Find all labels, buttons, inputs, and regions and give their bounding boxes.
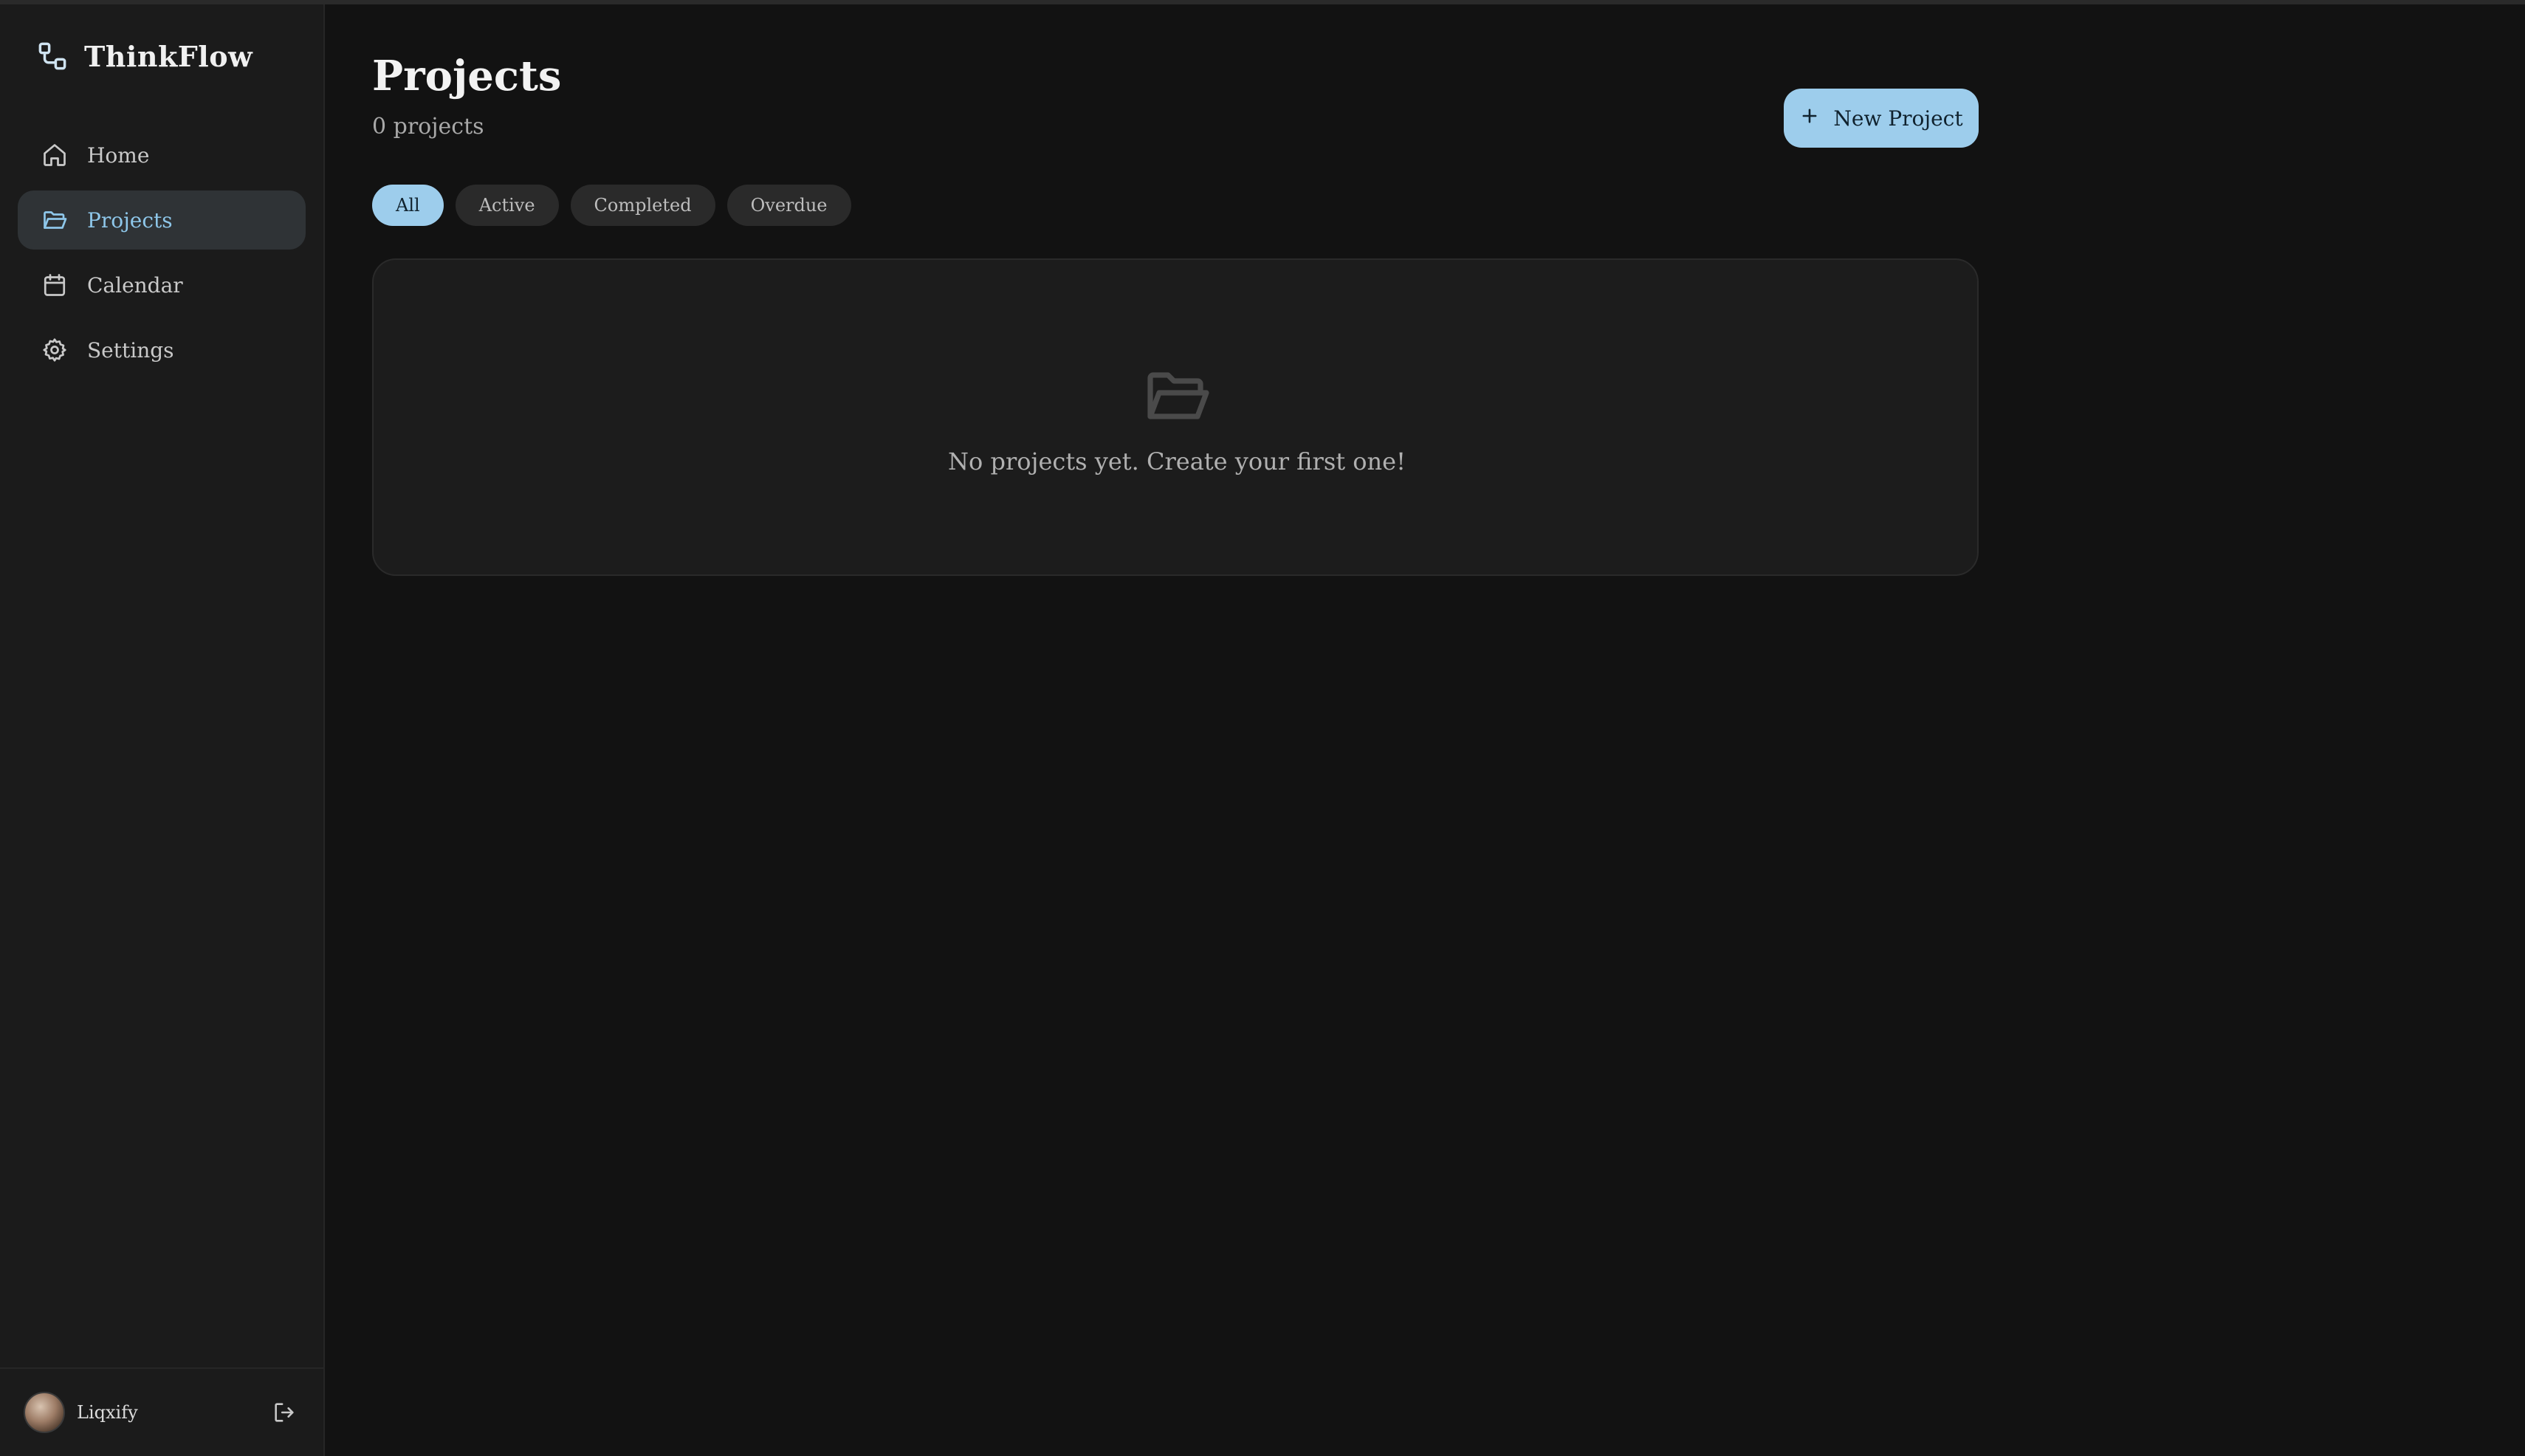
- filter-completed[interactable]: Completed: [570, 185, 715, 226]
- window-top-strip: [0, 0, 2525, 4]
- folder-open-icon: [41, 207, 68, 233]
- sidebar-item-label: Calendar: [87, 272, 183, 298]
- sidebar-item-label: Projects: [87, 207, 173, 233]
- folder-open-icon: [1141, 360, 1212, 431]
- sidebar-item-calendar[interactable]: Calendar: [18, 255, 306, 315]
- sidebar-item-home[interactable]: Home: [18, 126, 306, 185]
- filter-active[interactable]: Active: [455, 185, 559, 226]
- home-icon: [41, 142, 68, 168]
- username: Liqxify: [77, 1402, 138, 1423]
- empty-state-message: No projects yet. Create your first one!: [948, 447, 1406, 475]
- filter-overdue[interactable]: Overdue: [726, 185, 851, 226]
- avatar[interactable]: [24, 1392, 65, 1433]
- sidebar-item-label: Settings: [87, 337, 174, 363]
- sidebar-nav: Home Projects Calendar Settings: [18, 126, 306, 385]
- gear-icon: [41, 337, 68, 363]
- page-title: Projects: [372, 52, 562, 100]
- empty-state-card: No projects yet. Create your first one!: [372, 258, 1979, 576]
- logout-icon[interactable]: [272, 1400, 297, 1425]
- sidebar-item-projects[interactable]: Projects: [18, 190, 306, 250]
- filter-all[interactable]: All: [372, 185, 444, 226]
- project-count: 0 projects: [372, 114, 484, 140]
- sidebar: ThinkFlow Home Projects Calendar Setting…: [0, 4, 325, 1456]
- app-name: ThinkFlow: [84, 39, 253, 73]
- app-logo[interactable]: ThinkFlow: [37, 38, 252, 74]
- new-project-button[interactable]: New Project: [1784, 89, 1979, 148]
- workflow-logo-icon: [37, 41, 68, 72]
- sidebar-item-label: Home: [87, 142, 150, 168]
- new-project-label: New Project: [1833, 106, 1963, 131]
- plus-icon: [1799, 106, 1820, 131]
- user-footer: Liqxify: [0, 1367, 323, 1456]
- calendar-icon: [41, 272, 68, 298]
- filter-chips: All Active Completed Overdue: [372, 185, 851, 226]
- sidebar-item-settings[interactable]: Settings: [18, 320, 306, 380]
